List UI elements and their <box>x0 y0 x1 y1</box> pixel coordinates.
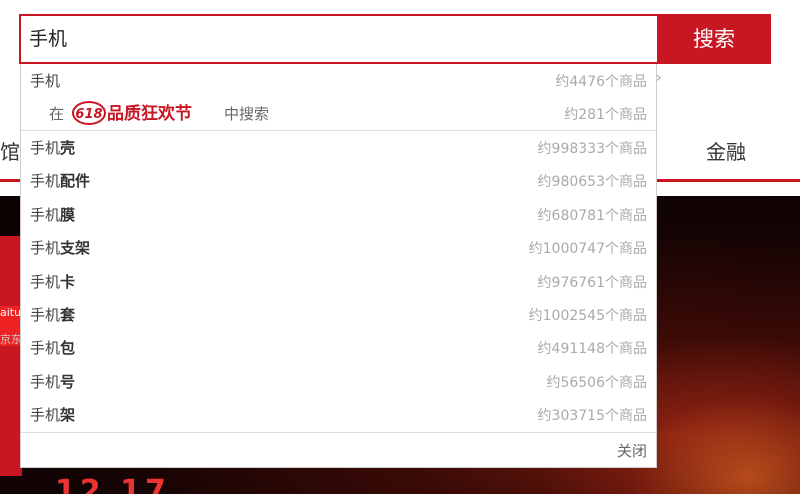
suggestion-count: 约680781个商品 <box>537 207 647 224</box>
suggestion-row[interactable]: 手机膜 约680781个商品 <box>21 198 656 231</box>
event-logo-name: 品质狂欢节 <box>107 103 192 124</box>
search-input[interactable]: 手机 <box>19 14 659 64</box>
suggestion-count: 约303715个商品 <box>537 408 647 425</box>
suggestion-row[interactable]: 手机壳 约998333个商品 <box>21 131 656 164</box>
suggestion-count: 约998333个商品 <box>537 141 647 157</box>
suggestion-row-top[interactable]: 手机 约4476个商品 <box>21 64 656 97</box>
nav-item-finance[interactable]: 金融 <box>706 136 746 165</box>
suggestion-count: 约1002545个商品 <box>528 308 647 324</box>
scope-prefix: 在 <box>49 105 65 123</box>
suggestion-count: 约4476个商品 <box>555 74 647 90</box>
suggestion-term: 手机配件 <box>30 172 91 191</box>
suggestion-row[interactable]: 手机支架 约1000747个商品 <box>21 231 656 264</box>
suggestion-term: 手机包 <box>30 339 76 358</box>
suggestion-row[interactable]: 手机卡 约976761个商品 <box>21 265 656 298</box>
close-button[interactable]: 关闭 <box>617 440 647 461</box>
suggestion-row[interactable]: 手机套 约1002545个商品 <box>21 298 656 331</box>
suggestion-term: 手机壳 <box>30 139 76 157</box>
suggestion-count: 约1000747个商品 <box>528 241 647 258</box>
event-logo-number: 618 <box>75 107 102 122</box>
suggestion-row[interactable]: 手机配件 约980653个商品 <box>21 164 656 197</box>
suggestion-row[interactable]: 手机号 约56506个商品 <box>21 365 656 398</box>
suggestion-term: 手机号 <box>30 372 76 391</box>
suggestion-count: 约56506个商品 <box>546 374 647 391</box>
search-bar: 手机 搜索 <box>19 14 771 64</box>
banner-side-text: aitu <box>0 306 22 319</box>
scope-suffix: 中搜索 <box>224 105 270 123</box>
suggestion-row[interactable]: 手机包 约491148个商品 <box>21 331 656 364</box>
suggestion-row[interactable]: 手机架 约303715个商品 <box>21 398 656 431</box>
search-button[interactable]: 搜索 <box>657 14 771 64</box>
suggestion-term: 手机膜 <box>30 205 76 224</box>
suggestion-count: 约491148个商品 <box>537 341 647 358</box>
suggestion-count: 约976761个商品 <box>537 274 647 291</box>
banner-side-panel <box>0 236 22 476</box>
divider <box>21 432 656 433</box>
search-suggestions-dropdown: 手机 约4476个商品 在 618 品质狂欢节 中搜索 约281个商品 手机壳约… <box>20 64 657 468</box>
suggestion-term: 手机支架 <box>30 239 91 258</box>
scoped-count: 约281个商品 <box>564 107 647 123</box>
banner-side-text-2: 京东 <box>0 333 22 346</box>
suggestion-term: 手机 <box>30 72 61 90</box>
suggestion-count: 约980653个商品 <box>537 174 647 191</box>
suggestion-term: 手机卡 <box>30 272 76 291</box>
event-logo: 618 品质狂欢节 <box>72 101 192 125</box>
scoped-search-row[interactable]: 在 618 品质狂欢节 中搜索 约281个商品 <box>21 97 656 130</box>
nav-item-partial[interactable]: 馆 <box>0 136 20 165</box>
suggestion-term: 手机架 <box>30 406 76 425</box>
banner-headline: 12.17 <box>55 474 170 494</box>
suggestion-term: 手机套 <box>30 306 76 324</box>
